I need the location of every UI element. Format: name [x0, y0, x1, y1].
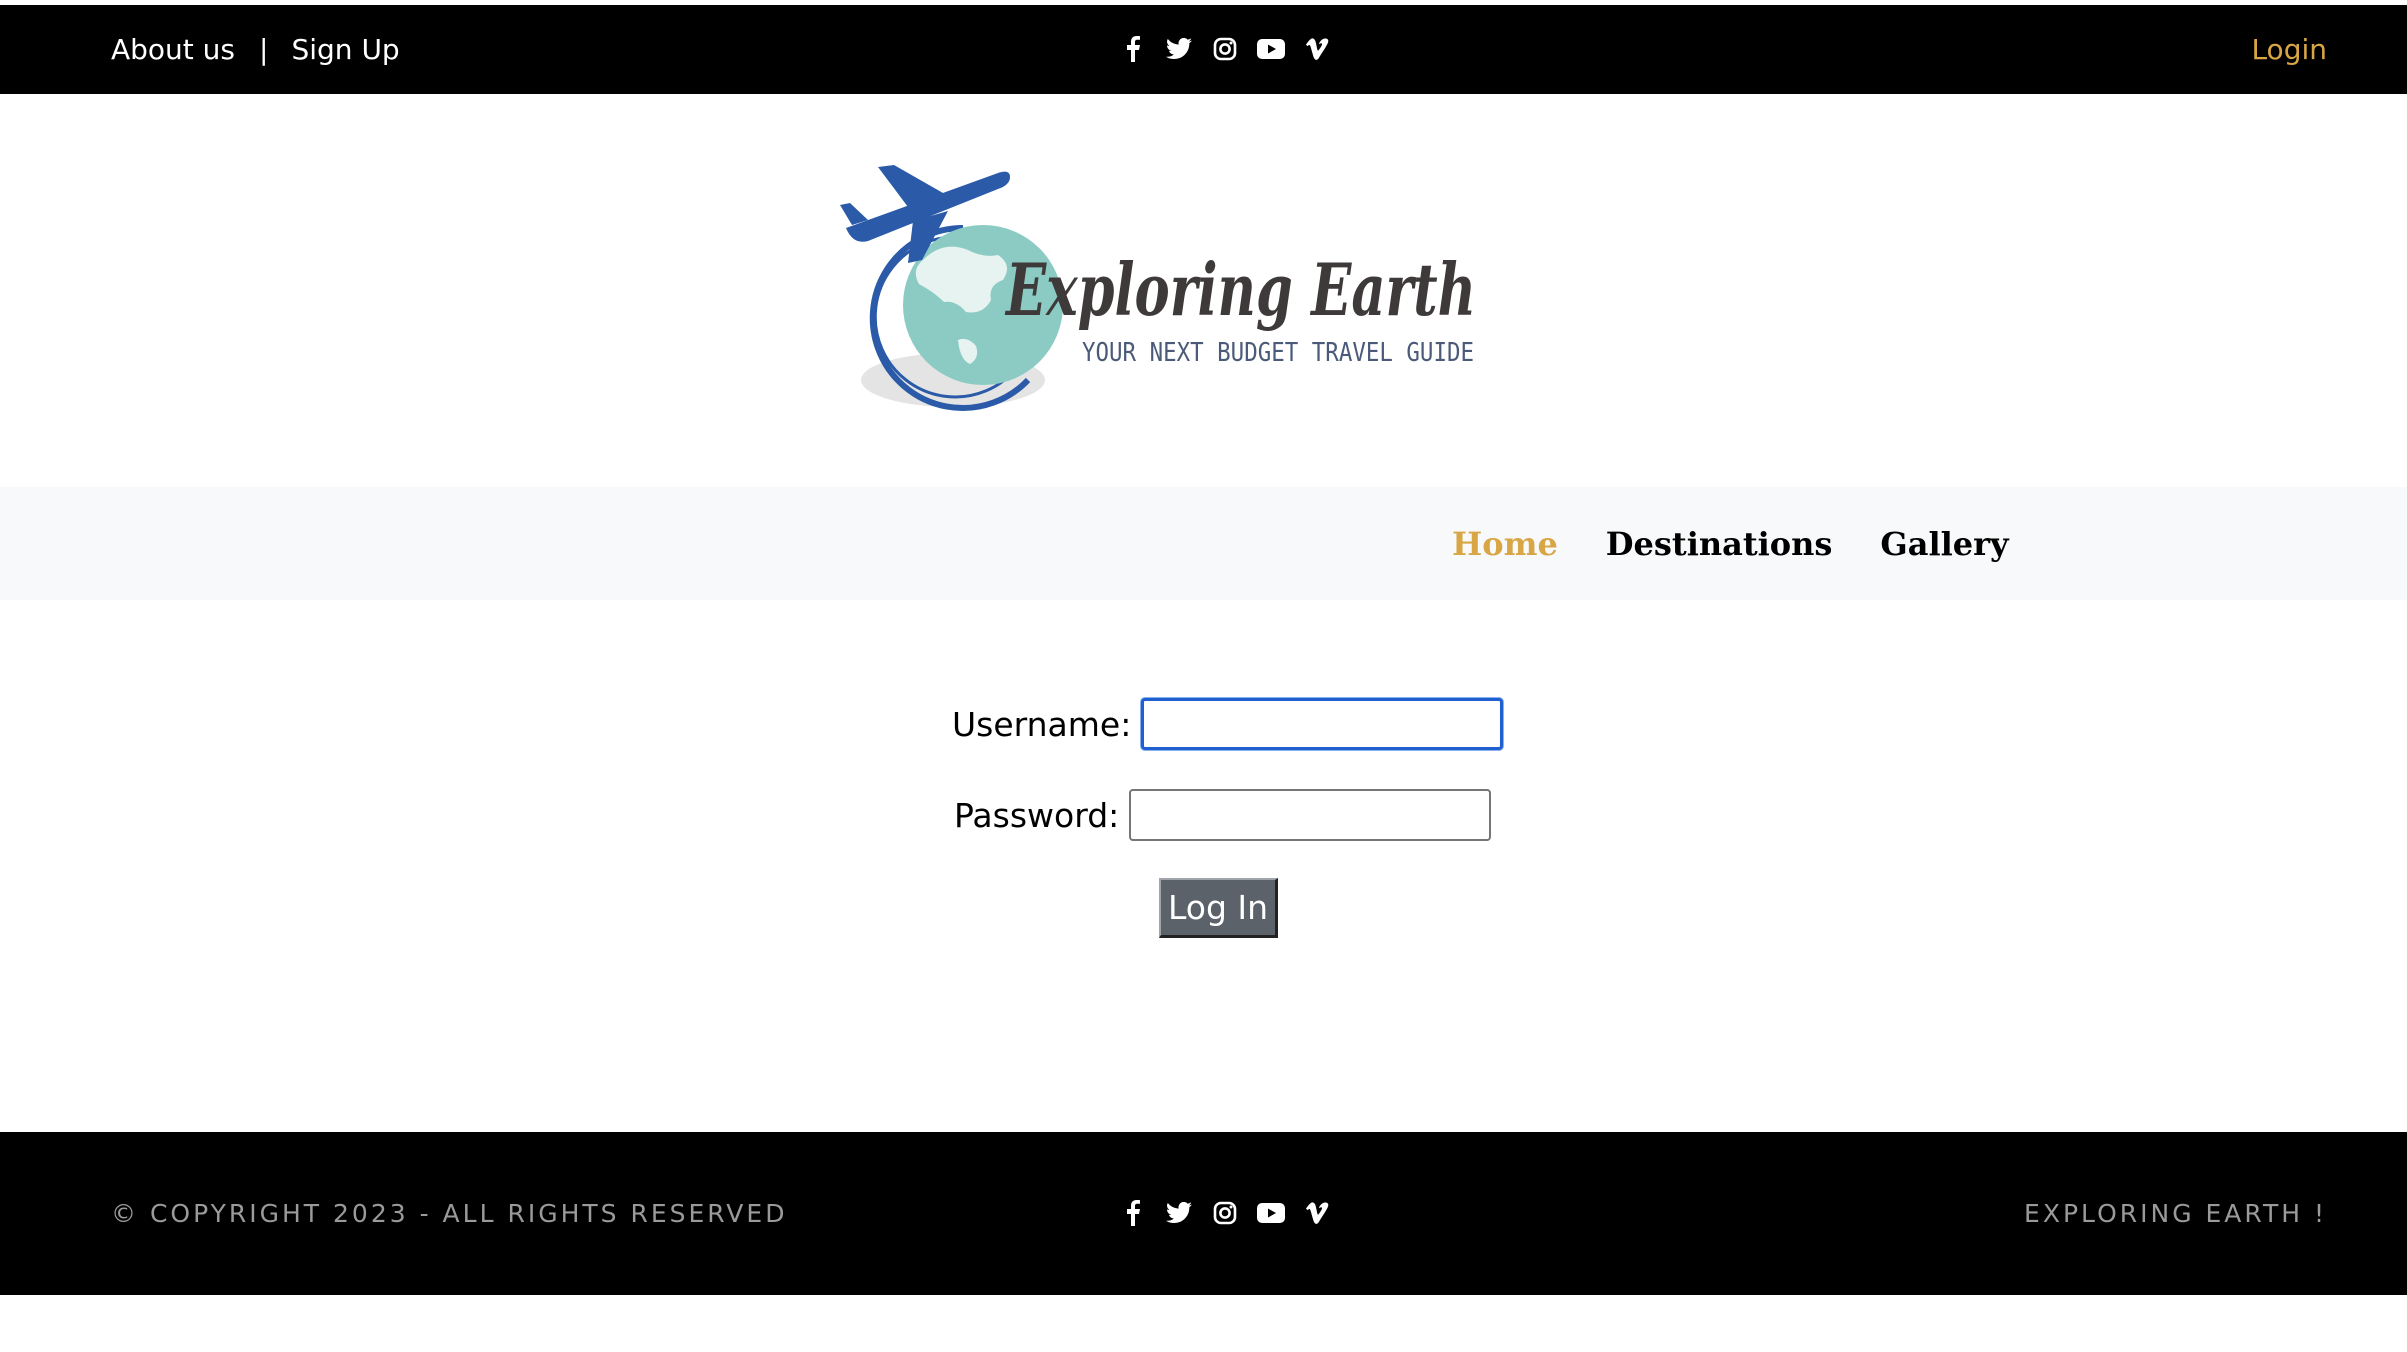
password-label: Password: — [954, 795, 1120, 835]
login-link[interactable]: Login — [2251, 5, 2327, 94]
logo-tagline: YOUR NEXT BUDGET TRAVEL GUIDE — [1082, 338, 1474, 368]
logo-title: Exploring Earth — [1005, 247, 1476, 332]
top-bar: About us | Sign Up Login — [0, 5, 2407, 94]
facebook-icon[interactable] — [1118, 34, 1148, 64]
vimeo-icon[interactable] — [1302, 34, 1332, 64]
facebook-icon[interactable] — [1118, 1198, 1148, 1228]
top-links: About us | Sign Up — [111, 5, 400, 94]
top-social-links — [1118, 34, 1332, 64]
footer-social-links — [1118, 1198, 1332, 1228]
log-in-button[interactable]: Log In — [1159, 878, 1278, 938]
link-separator: | — [259, 33, 269, 66]
username-input[interactable] — [1141, 698, 1504, 750]
password-input[interactable] — [1129, 789, 1492, 841]
password-row: Password: — [954, 786, 1492, 844]
username-row: Username: — [952, 695, 1504, 753]
site-logo[interactable]: Exploring Earth YOUR NEXT BUDGET TRAVEL … — [838, 165, 1488, 425]
footer: © COPYRIGHT 2023 - ALL RIGHTS RESERVED E… — [0, 1132, 2407, 1295]
vimeo-icon[interactable] — [1302, 1198, 1332, 1228]
sign-up-link[interactable]: Sign Up — [291, 33, 399, 66]
twitter-icon[interactable] — [1164, 34, 1194, 64]
nav-home[interactable]: Home — [1452, 525, 1558, 563]
username-label: Username: — [952, 704, 1132, 744]
nav-items: Home Destinations Gallery — [1452, 487, 2009, 600]
about-us-link[interactable]: About us — [111, 33, 235, 66]
instagram-icon[interactable] — [1210, 34, 1240, 64]
nav-destinations[interactable]: Destinations — [1606, 525, 1833, 563]
instagram-icon[interactable] — [1210, 1198, 1240, 1228]
youtube-icon[interactable] — [1256, 34, 1286, 64]
footer-brand: EXPLORING EARTH ! — [2024, 1199, 2327, 1228]
nav-gallery[interactable]: Gallery — [1880, 525, 2008, 563]
youtube-icon[interactable] — [1256, 1198, 1286, 1228]
copyright-text: © COPYRIGHT 2023 - ALL RIGHTS RESERVED — [111, 1199, 788, 1228]
twitter-icon[interactable] — [1164, 1198, 1194, 1228]
main-nav: Home Destinations Gallery — [0, 487, 2407, 600]
